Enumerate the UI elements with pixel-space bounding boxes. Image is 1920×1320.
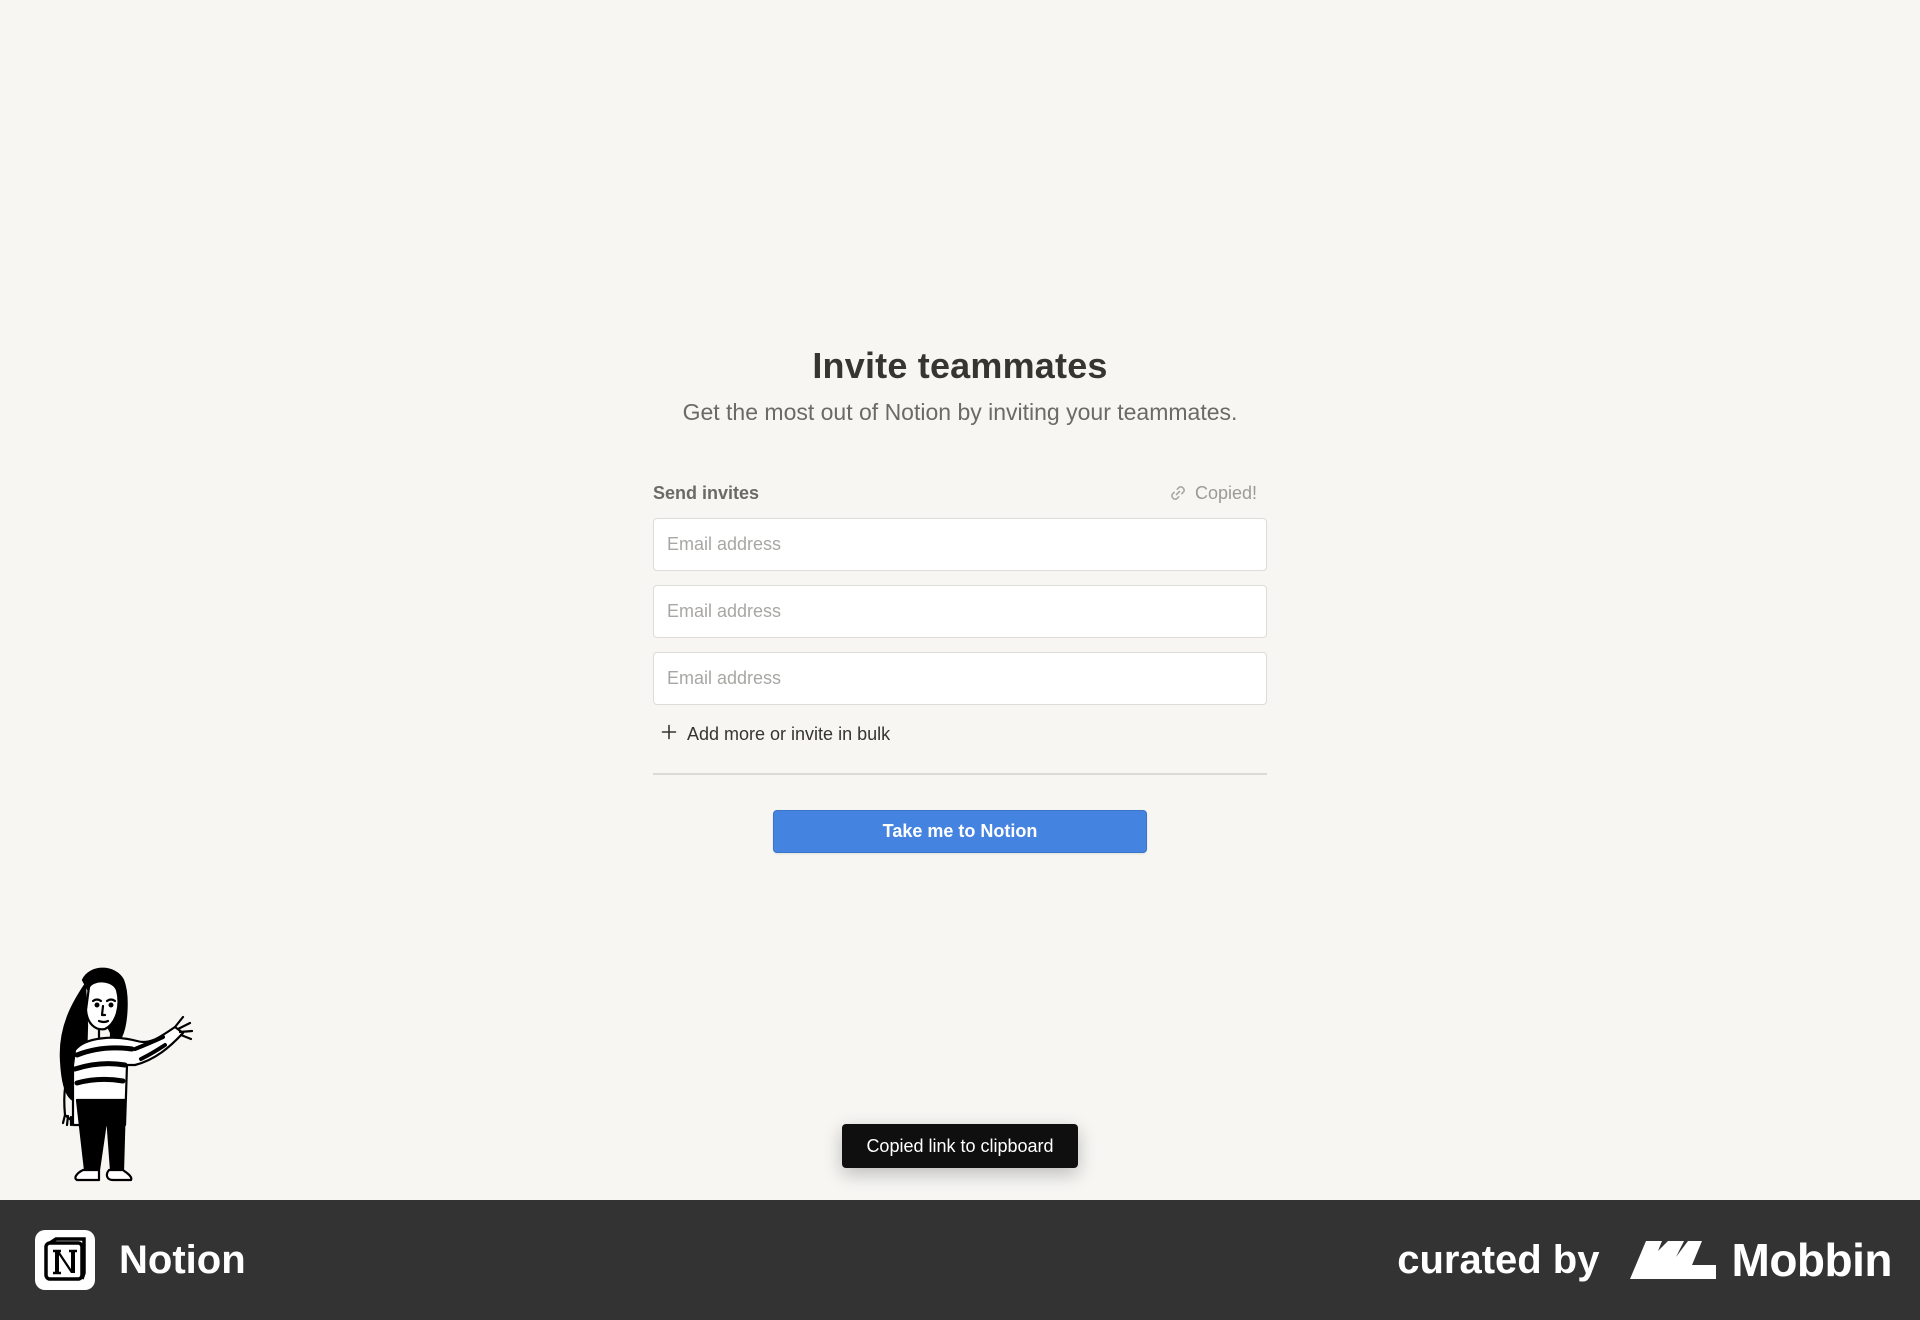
app-name: Notion — [119, 1237, 246, 1282]
notion-logo-icon — [35, 1230, 95, 1290]
send-invites-label: Send invites — [653, 482, 760, 503]
curated-by-label: curated by — [1397, 1237, 1600, 1282]
curator-name: Mobbin — [1731, 1234, 1893, 1286]
mobbin-brand: Mobbin — [1629, 1233, 1893, 1287]
email-field-2[interactable] — [653, 585, 1267, 638]
email-field-1[interactable] — [653, 518, 1267, 571]
copy-link-button[interactable]: Copied! — [1169, 483, 1267, 504]
invite-form: Send invites Copied! Email address Email… — [653, 478, 1267, 775]
link-icon — [1169, 484, 1187, 502]
add-more-button[interactable]: Add more or invite in bulk — [653, 717, 1267, 751]
form-divider — [653, 773, 1267, 775]
plus-icon — [661, 724, 677, 745]
page-subtitle: Get the most out of Notion by inviting y… — [682, 399, 1238, 425]
footer-bar: Notion curated by Mobbin — [0, 1200, 1920, 1320]
add-more-label: Add more or invite in bulk — [687, 723, 891, 744]
copy-link-status: Copied! — [1194, 482, 1257, 503]
curated-by: curated by Mobbin — [1397, 1228, 1892, 1292]
take-me-to-notion-button[interactable]: Take me to Notion — [773, 810, 1147, 853]
invite-page: Invite teammates Get the most out of Not… — [0, 0, 1920, 1200]
person-waving-illustration — [55, 965, 195, 1190]
email-field-3[interactable] — [653, 652, 1267, 705]
invite-form-header: Send invites Copied! — [653, 478, 1267, 508]
page-title: Invite teammates — [812, 345, 1108, 386]
page-header: Invite teammates Get the most out of Not… — [0, 345, 1920, 426]
app-brand: Notion — [35, 1230, 246, 1290]
mobbin-logo-icon — [1629, 1237, 1716, 1284]
toast-notification: Copied link to clipboard — [842, 1124, 1078, 1168]
